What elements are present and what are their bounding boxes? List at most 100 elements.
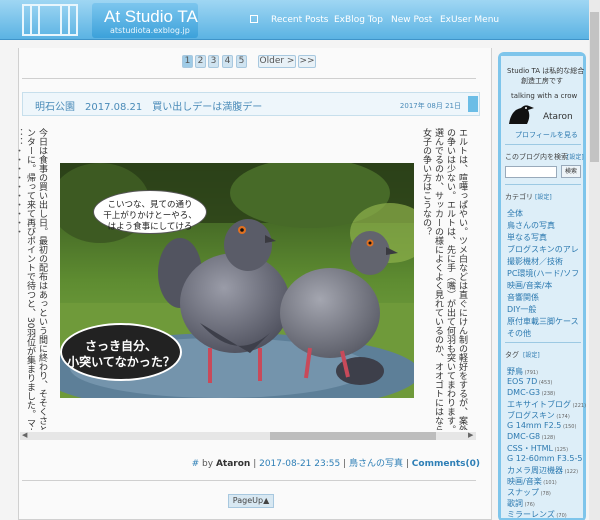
tag-name[interactable]: 映画/音楽	[507, 477, 542, 486]
speech-bubble-2: さっき自分、 小突いてなかった？	[60, 323, 182, 381]
horizontal-scrollbar-thumb[interactable]	[270, 432, 436, 440]
crow-avatar-icon[interactable]	[507, 102, 535, 126]
tag-name[interactable]: ミラーレンズ	[507, 510, 555, 519]
blog-url: atstudiota.exblog.jp	[110, 26, 190, 35]
page-link-5[interactable]: 5	[236, 55, 247, 68]
tag-count: (70)	[554, 513, 567, 519]
home-square-icon[interactable]	[250, 15, 258, 23]
footer-category-link[interactable]: 鳥さんの写真	[349, 459, 403, 469]
tag-settings-link[interactable]: [設定]	[523, 350, 540, 359]
tag-name[interactable]: G 14mm F2.5	[507, 421, 561, 430]
post-text-right-3: 選んでるのか、サッカーの様によくよく見れているのか、オオゴトにはならないけど、	[433, 128, 443, 430]
tag-name[interactable]: CSS・HTML	[507, 444, 553, 453]
post-text-left-1: 今日は食事の買い出し日。最初の配布はあっという間に終わり、そそくさとホームセ	[37, 128, 47, 430]
category-item[interactable]: 撮影機材／技術	[507, 256, 563, 267]
post-text-right-1: エルトは、喧嘩っぱやい。ツメ白などは直ぐにけん制の軽好をするが、案外と実際	[457, 128, 467, 430]
divider-bottom	[22, 480, 476, 481]
category-item[interactable]: その他	[507, 328, 531, 339]
footer-by: by	[202, 459, 214, 469]
category-item[interactable]: 原付車載三脚ケース	[507, 316, 579, 327]
tag-name[interactable]: エキサイトブログ	[507, 400, 571, 409]
tag-item[interactable]: EOS 7D (453)	[507, 377, 552, 386]
category-item[interactable]: 映画/音楽/本	[507, 280, 552, 291]
tag-item[interactable]: G 12-60mm F3.5-5	[507, 454, 582, 463]
post-date: 2017年 08月 21日	[399, 102, 461, 110]
page-link-2[interactable]: 2	[195, 55, 206, 68]
window-scrollbar-thumb[interactable]	[590, 12, 599, 162]
page-link-1[interactable]: 1	[182, 55, 193, 68]
tag-name[interactable]: DMC-G3	[507, 388, 540, 397]
search-settings-link[interactable]: [設定]	[567, 152, 584, 161]
tag-count: (150)	[561, 424, 577, 430]
tag-item[interactable]: 歌詞 (76)	[507, 498, 535, 509]
scroll-right-arrow-icon[interactable]: ▶	[468, 431, 473, 439]
sidebar-about-line-2: 創造工房です	[521, 77, 563, 85]
tag-count: (125)	[553, 447, 569, 453]
nav-new-post[interactable]: New Post	[391, 15, 432, 25]
tag-count: (791)	[523, 370, 539, 376]
tag-item[interactable]: ミラーレンズ (70)	[507, 509, 567, 520]
speech-bubble-2-text: さっき自分、 小突いてなかった？	[67, 339, 175, 369]
tag-item[interactable]: スナップ (78)	[507, 487, 551, 498]
post-title[interactable]: 明石公園 2017.08.21 買い出しデーは満腹デー	[35, 98, 262, 113]
tag-item[interactable]: カメラ周辺機器 (122)	[507, 465, 578, 476]
sidebar-separator	[505, 184, 581, 185]
tag-name[interactable]: スナップ	[507, 488, 539, 497]
tag-count: (221)	[571, 403, 586, 409]
footer-datetime-link[interactable]: 2017-08-21 23:55	[259, 459, 340, 469]
post-text-left-2: ンターに。帰って来て再びポイントで待つと、30羽位が集まりました。マーカー	[25, 128, 35, 430]
post-text-right-4: 女子の争い方はこうなの？	[421, 128, 431, 236]
category-settings-link[interactable]: [設定]	[535, 192, 552, 201]
post-header: 明石公園 2017.08.21 買い出しデーは満腹デー 2017年 08月 21…	[22, 92, 480, 116]
page-link-4[interactable]: 4	[222, 55, 233, 68]
tag-name[interactable]: EOS 7D	[507, 377, 537, 386]
category-item[interactable]: 鳥さんの写真	[507, 220, 555, 231]
tag-name[interactable]: ブログスキン	[507, 411, 555, 420]
sidebar-separator	[505, 342, 581, 343]
tag-item[interactable]: エキサイトブログ (221)	[507, 399, 586, 410]
tag-name[interactable]: カメラ周辺機器	[507, 466, 563, 475]
tag-item[interactable]: G 14mm F2.5 (150)	[507, 421, 576, 430]
tag-item[interactable]: DMC-G8 (128)	[507, 432, 555, 441]
permalink-hash[interactable]: #	[192, 459, 200, 469]
category-item[interactable]: ブログスキンのアレ	[507, 244, 579, 255]
nav-recent-posts[interactable]: Recent Posts	[271, 15, 329, 25]
tag-item[interactable]: 野鳥 (791)	[507, 366, 538, 377]
blog-search-input[interactable]	[505, 166, 557, 178]
blog-search-button[interactable]: 検索	[561, 165, 581, 178]
sidebar-separator	[505, 144, 581, 145]
category-item[interactable]: 全体	[507, 208, 523, 219]
search-heading: このブログ内を検索	[505, 153, 568, 161]
category-item[interactable]: PC環境(ハード/ソフ	[507, 268, 579, 279]
page-up-button[interactable]: PageUp▲	[228, 494, 274, 508]
tag-item[interactable]: 映画/音楽 (101)	[507, 476, 557, 487]
blog-logo-icon[interactable]	[22, 4, 78, 36]
category-item[interactable]: 単なる写真	[507, 232, 547, 243]
post-footer: # by Ataron | 2017-08-21 23:55 | 鳥さんの写真 …	[191, 459, 480, 469]
category-heading: カテゴリ	[505, 193, 533, 201]
speech-bubble-1: こいつな、見ての通り 干上がりかけとーやろ、 はよう食事にしてけろ	[93, 190, 207, 234]
speech-bubble-1-text: こいつな、見ての通り 干上がりかけとーやろ、 はよう食事にしてけろ	[103, 200, 197, 232]
sidebar-author-name[interactable]: Ataron	[543, 112, 573, 122]
tag-item[interactable]: DMC-G3 (238)	[507, 388, 555, 397]
category-item[interactable]: DIY一般	[507, 304, 536, 315]
tag-heading: タグ	[505, 351, 519, 359]
last-page-button[interactable]: >>	[298, 55, 316, 68]
tag-item[interactable]: CSS・HTML (125)	[507, 443, 568, 454]
tag-name[interactable]: DMC-G8	[507, 432, 540, 441]
footer-author-link[interactable]: Ataron	[216, 459, 250, 469]
tag-name[interactable]: 歌詞	[507, 499, 523, 508]
post-header-tab	[468, 96, 478, 112]
scroll-left-arrow-icon[interactable]: ◀	[22, 431, 27, 439]
nav-exuser-menu[interactable]: ExUser Menu	[440, 15, 499, 25]
blog-title[interactable]: At Studio TA	[104, 7, 198, 27]
category-item[interactable]: 音響関係	[507, 292, 539, 303]
footer-comments-link[interactable]: Comments(0)	[412, 459, 480, 469]
nav-exblog-top[interactable]: ExBlog Top	[334, 15, 383, 25]
page-link-3[interactable]: 3	[208, 55, 219, 68]
tag-name[interactable]: 野鳥	[507, 367, 523, 376]
older-posts-button[interactable]: Older >	[258, 55, 296, 68]
tag-name[interactable]: G 12-60mm F3.5-5	[507, 454, 582, 463]
profile-link[interactable]: プロフィールを見る	[515, 130, 578, 140]
tag-item[interactable]: ブログスキン (174)	[507, 410, 570, 421]
